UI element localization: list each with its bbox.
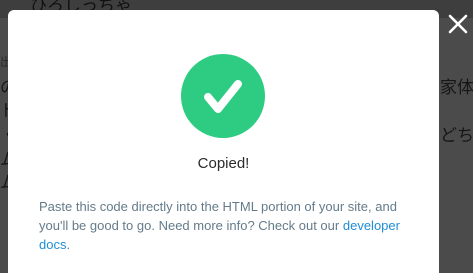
background-right-text-1: 家体 (440, 78, 473, 98)
description-suffix: . (66, 237, 71, 252)
modal-title: Copied! (197, 155, 250, 172)
close-button[interactable] (446, 12, 470, 36)
modal-description: Paste this code directly into the HTML p… (39, 197, 419, 254)
close-icon (448, 14, 468, 34)
background-right-text-2: どち (440, 126, 473, 146)
success-badge (181, 54, 265, 138)
copied-modal: Copied! Paste this code directly into th… (8, 10, 439, 273)
checkmark-icon (204, 80, 242, 113)
